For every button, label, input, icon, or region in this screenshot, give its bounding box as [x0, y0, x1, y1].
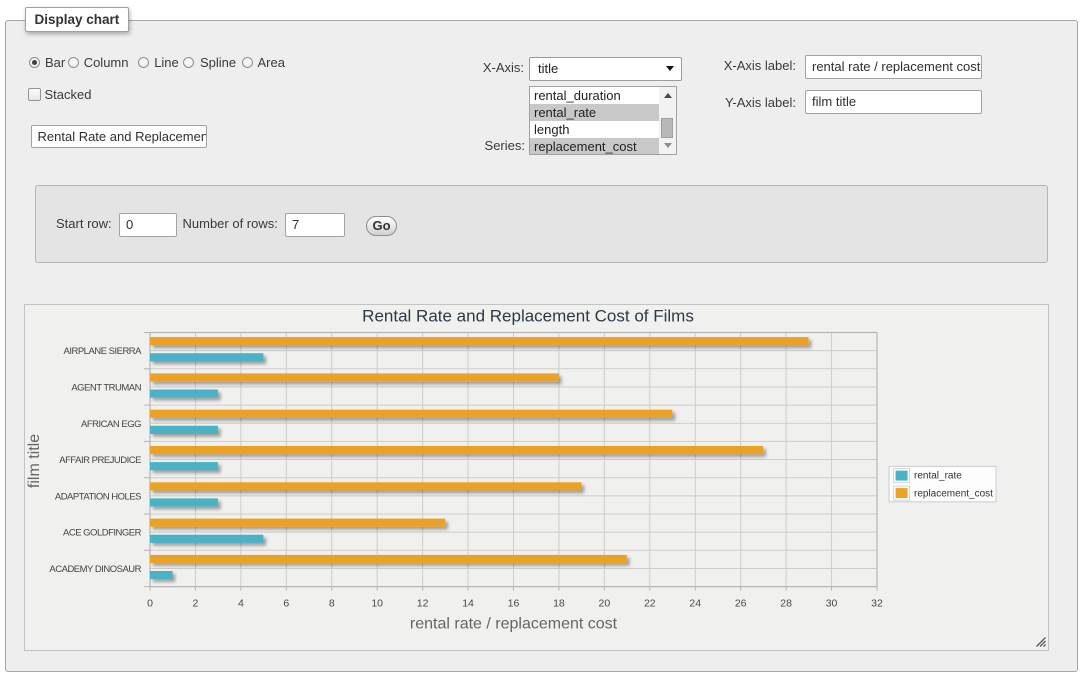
- svg-text:6: 6: [283, 598, 289, 610]
- svg-text:rental_rate: rental_rate: [914, 471, 962, 482]
- svg-text:28: 28: [780, 598, 792, 610]
- svg-text:14: 14: [462, 598, 474, 610]
- svg-text:AIRPLANE SIERRA: AIRPLANE SIERRA: [64, 346, 143, 357]
- svg-text:0: 0: [147, 598, 153, 610]
- svg-text:8: 8: [329, 598, 335, 610]
- svg-text:12: 12: [417, 598, 429, 610]
- svg-text:Rental Rate and Replacement Co: Rental Rate and Replacement Cost of Film…: [362, 307, 694, 326]
- svg-text:30: 30: [826, 598, 838, 610]
- svg-text:26: 26: [735, 598, 747, 610]
- svg-text:4: 4: [238, 598, 244, 610]
- svg-text:ACADEMY DINOSAUR: ACADEMY DINOSAUR: [49, 564, 141, 575]
- svg-text:24: 24: [689, 598, 701, 610]
- svg-text:10: 10: [371, 598, 383, 610]
- svg-text:AFFAIR PREJUDICE: AFFAIR PREJUDICE: [59, 455, 141, 466]
- svg-text:AGENT TRUMAN: AGENT TRUMAN: [71, 382, 141, 393]
- svg-text:ACE GOLDFINGER: ACE GOLDFINGER: [63, 528, 142, 539]
- svg-text:16: 16: [508, 598, 520, 610]
- svg-text:film title: film title: [26, 434, 43, 488]
- svg-text:rental rate / replacement cost: rental rate / replacement cost: [410, 616, 618, 633]
- svg-text:replacement_cost: replacement_cost: [914, 489, 993, 500]
- svg-text:20: 20: [599, 598, 611, 610]
- svg-text:18: 18: [553, 598, 565, 610]
- svg-text:AFRICAN EGG: AFRICAN EGG: [81, 419, 141, 430]
- svg-text:2: 2: [193, 598, 199, 610]
- svg-text:22: 22: [644, 598, 656, 610]
- svg-text:ADAPTATION HOLES: ADAPTATION HOLES: [55, 491, 141, 502]
- svg-text:32: 32: [871, 598, 883, 610]
